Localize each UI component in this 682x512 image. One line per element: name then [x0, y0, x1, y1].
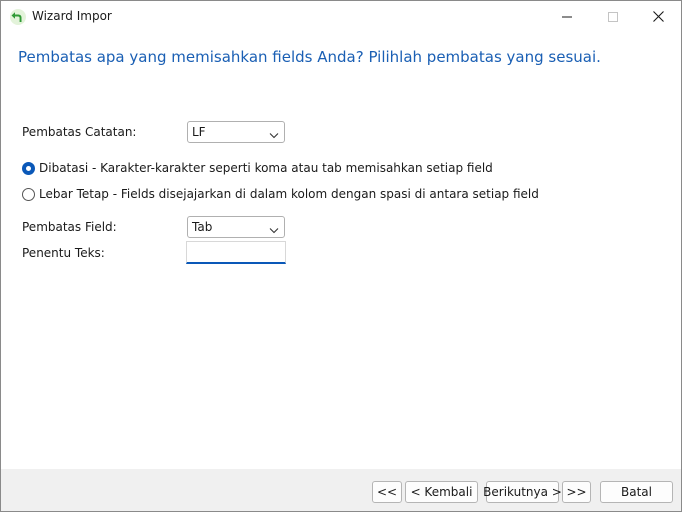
text-qualifier-input[interactable]	[186, 241, 286, 264]
field-delimiter-label: Pembatas Field:	[22, 220, 117, 234]
fixed-width-option-label: Lebar Tetap - Fields disejajarkan di dal…	[39, 187, 539, 201]
fixed-width-radio[interactable]	[22, 187, 35, 201]
maximize-button[interactable]	[590, 1, 636, 32]
wizard-footer: << < Kembali Berikutnya > >> Batal	[1, 469, 681, 511]
minimize-icon	[562, 12, 572, 22]
cancel-button[interactable]: Batal	[600, 481, 673, 503]
text-qualifier-label: Penentu Teks:	[22, 246, 105, 260]
chevron-down-icon	[269, 128, 279, 142]
close-icon	[652, 11, 664, 22]
title-bar: Wizard Impor	[1, 1, 681, 32]
record-delimiter-select[interactable]: LF	[187, 121, 285, 143]
minimize-button[interactable]	[544, 1, 590, 32]
wizard-content: Pembatas apa yang memisahkan fields Anda…	[1, 32, 681, 469]
window-title: Wizard Impor	[32, 9, 112, 23]
field-delimiter-select[interactable]: Tab	[187, 216, 285, 238]
close-button[interactable]	[635, 1, 681, 32]
fixed-width-option[interactable]: Lebar Tetap - Fields disejajarkan di dal…	[22, 186, 539, 202]
import-wizard-window: Wizard Impor Pembatas apa yang memisahka…	[0, 0, 682, 512]
field-delimiter-value: Tab	[192, 220, 213, 234]
page-heading: Pembatas apa yang memisahkan fields Anda…	[18, 48, 601, 66]
record-delimiter-value: LF	[192, 125, 206, 139]
next-button[interactable]: Berikutnya >	[483, 481, 562, 503]
delimited-radio[interactable]	[22, 161, 35, 175]
last-page-button[interactable]: >>	[562, 481, 591, 503]
record-delimiter-label: Pembatas Catatan:	[22, 125, 137, 139]
delimited-option[interactable]: Dibatasi - Karakter-karakter seperti kom…	[22, 160, 493, 176]
first-page-button[interactable]: <<	[372, 481, 402, 503]
maximize-icon	[608, 11, 618, 22]
green-back-arrow-icon	[9, 8, 27, 26]
delimited-option-label: Dibatasi - Karakter-karakter seperti kom…	[39, 161, 493, 175]
back-button[interactable]: < Kembali	[405, 481, 478, 503]
chevron-down-icon	[269, 223, 279, 237]
